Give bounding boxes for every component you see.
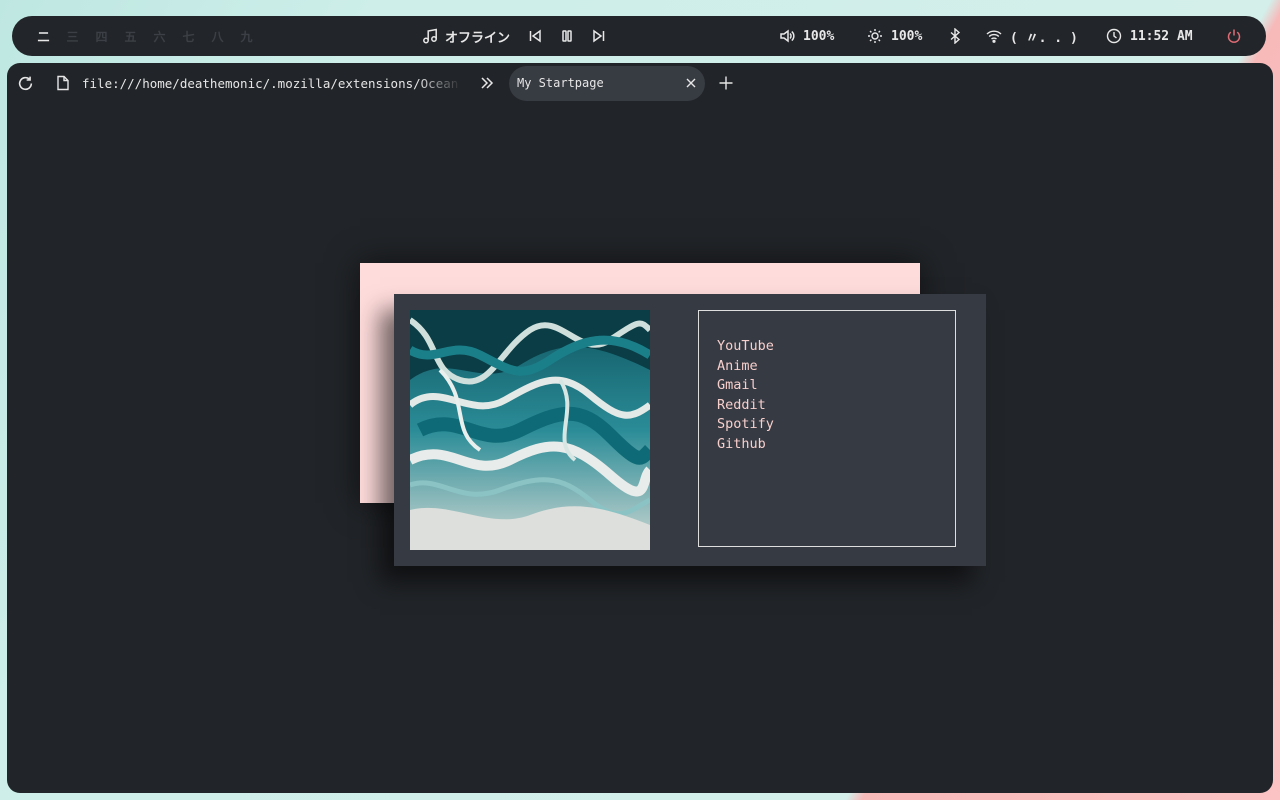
clock-widget[interactable]: 11:52 AM — [1106, 16, 1193, 56]
wifi-status: ( 〃. . ) — [1010, 30, 1078, 46]
link-anime[interactable]: Anime — [717, 357, 955, 377]
links-panel: YouTube Anime Gmail Reddit Spotify Githu… — [698, 310, 956, 547]
workspace-2[interactable]: 二 — [36, 28, 51, 45]
tab-overflow-button[interactable] — [479, 75, 495, 95]
brightness-icon — [868, 29, 882, 43]
brightness-value: 100% — [891, 28, 923, 44]
close-icon — [686, 78, 696, 88]
wifi-icon — [986, 30, 1002, 43]
link-list: YouTube Anime Gmail Reddit Spotify Githu… — [699, 311, 955, 454]
link-youtube[interactable]: YouTube — [717, 337, 955, 357]
link-reddit[interactable]: Reddit — [717, 396, 955, 416]
next-track-button[interactable] — [592, 29, 606, 43]
double-chevron-right-icon — [481, 77, 494, 89]
bluetooth-widget[interactable] — [948, 16, 970, 56]
fluid-art-image — [410, 310, 650, 550]
previous-icon — [529, 29, 541, 43]
clock-icon — [1106, 28, 1122, 44]
page-icon — [56, 75, 70, 95]
browser-window: file:///home/deathemonic/.mozilla/extens… — [7, 63, 1273, 793]
link-github[interactable]: Github — [717, 435, 955, 455]
workspace-4[interactable]: 四 — [94, 28, 109, 45]
clock-time: 11:52 AM — [1130, 28, 1193, 44]
music-widget: オフライン — [422, 16, 606, 56]
next-icon — [593, 29, 605, 43]
music-note-icon — [422, 28, 438, 44]
music-status: オフライン — [445, 30, 511, 46]
tab-title: My Startpage — [517, 76, 604, 90]
url-bar[interactable]: file:///home/deathemonic/.mozilla/extens… — [82, 75, 462, 93]
power-button[interactable] — [1226, 16, 1250, 56]
reload-button[interactable] — [17, 75, 34, 92]
power-icon — [1227, 29, 1241, 43]
brightness-widget[interactable]: 100% — [867, 16, 922, 56]
volume-value: 100% — [803, 28, 835, 44]
link-spotify[interactable]: Spotify — [717, 415, 955, 435]
tab-close-button[interactable] — [685, 77, 697, 92]
workspace-5[interactable]: 五 — [123, 28, 138, 45]
new-tab-button[interactable] — [718, 75, 734, 95]
bluetooth-icon — [950, 28, 961, 44]
reload-icon — [18, 76, 33, 91]
wifi-widget[interactable]: ( 〃. . ) — [986, 16, 1078, 56]
top-bar: 二 三 四 五 六 七 八 九 オフライン 100% 100% (〃. .)… — [12, 16, 1266, 56]
pause-button[interactable] — [560, 29, 574, 43]
workspace-list: 二 三 四 五 六 七 八 九 — [36, 16, 254, 56]
plus-icon — [719, 76, 733, 90]
workspace-7[interactable]: 七 — [181, 28, 196, 45]
workspace-8[interactable]: 八 — [210, 28, 225, 45]
link-gmail[interactable]: Gmail — [717, 376, 955, 396]
workspace-3[interactable]: 三 — [65, 28, 80, 45]
previous-track-button[interactable] — [528, 29, 542, 43]
startpage-card: YouTube Anime Gmail Reddit Spotify Githu… — [394, 294, 986, 566]
workspace-6[interactable]: 六 — [152, 28, 167, 45]
tab-my-startpage[interactable]: My Startpage — [509, 66, 705, 101]
volume-icon — [780, 29, 795, 43]
workspace-9[interactable]: 九 — [239, 28, 254, 45]
pause-icon — [562, 30, 572, 42]
volume-widget[interactable]: 100% — [779, 16, 834, 56]
